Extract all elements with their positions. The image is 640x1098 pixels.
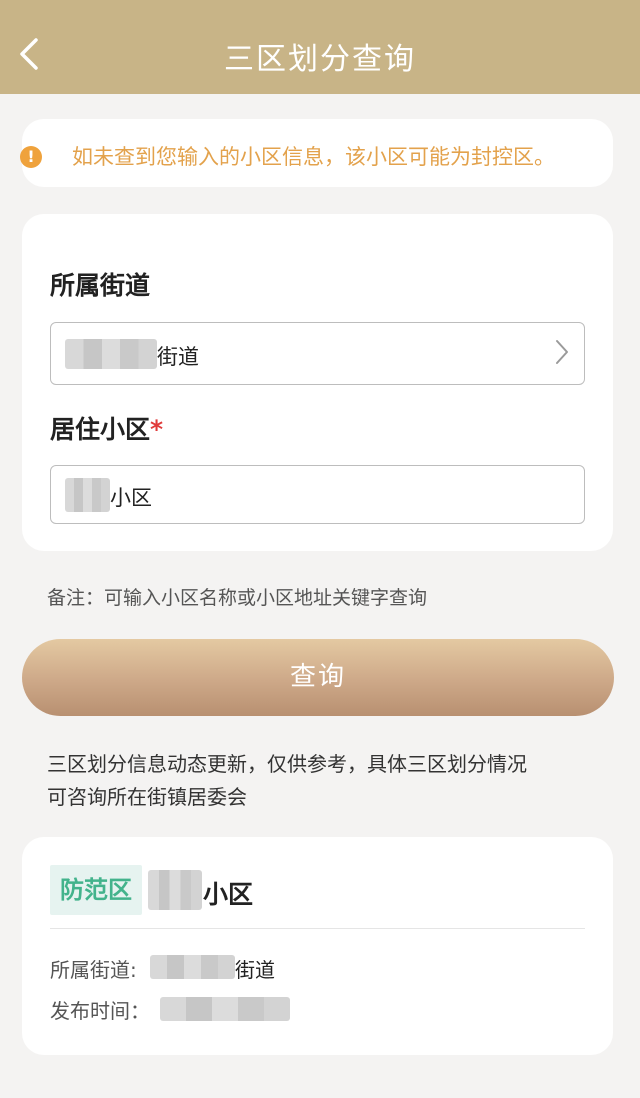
redacted-street-name xyxy=(65,339,157,369)
redacted-result-name xyxy=(148,870,202,910)
redacted-result-time xyxy=(160,997,290,1021)
result-time-label: 发布时间： xyxy=(50,999,150,1023)
chevron-right-icon xyxy=(556,340,568,364)
query-button[interactable]: 查询 xyxy=(22,639,614,716)
community-input-value: 小区 xyxy=(110,486,152,510)
street-label: 所属街道 xyxy=(50,271,151,300)
exclamation-icon: ! xyxy=(20,146,42,168)
divider xyxy=(50,928,585,929)
info-text-line-1: 三区划分信息动态更新，仅供参考，具体三区划分情况 xyxy=(47,752,527,776)
result-community-name: 小区 xyxy=(203,880,254,909)
result-street-value: 街道 xyxy=(235,958,275,982)
community-label: 居住小区* xyxy=(50,415,164,444)
header-bar: 三区划分查询 xyxy=(0,0,640,94)
redacted-result-street xyxy=(150,955,235,979)
required-mark: * xyxy=(150,415,164,444)
notice-text: 如未查到您输入的小区信息，该小区可能为封控区。 xyxy=(72,145,555,169)
result-street-label: 所属街道: xyxy=(50,958,137,982)
search-note: 备注：可输入小区名称或小区地址关键字查询 xyxy=(47,587,428,609)
redacted-community-name xyxy=(65,478,110,512)
zone-tag: 防范区 xyxy=(50,865,142,915)
info-text-line-2: 可咨询所在街镇居委会 xyxy=(47,785,247,809)
street-select[interactable]: 街道 xyxy=(50,322,585,385)
community-input[interactable]: 小区 xyxy=(50,465,585,524)
street-select-value: 街道 xyxy=(157,345,199,369)
page-title: 三区划分查询 xyxy=(224,42,416,77)
